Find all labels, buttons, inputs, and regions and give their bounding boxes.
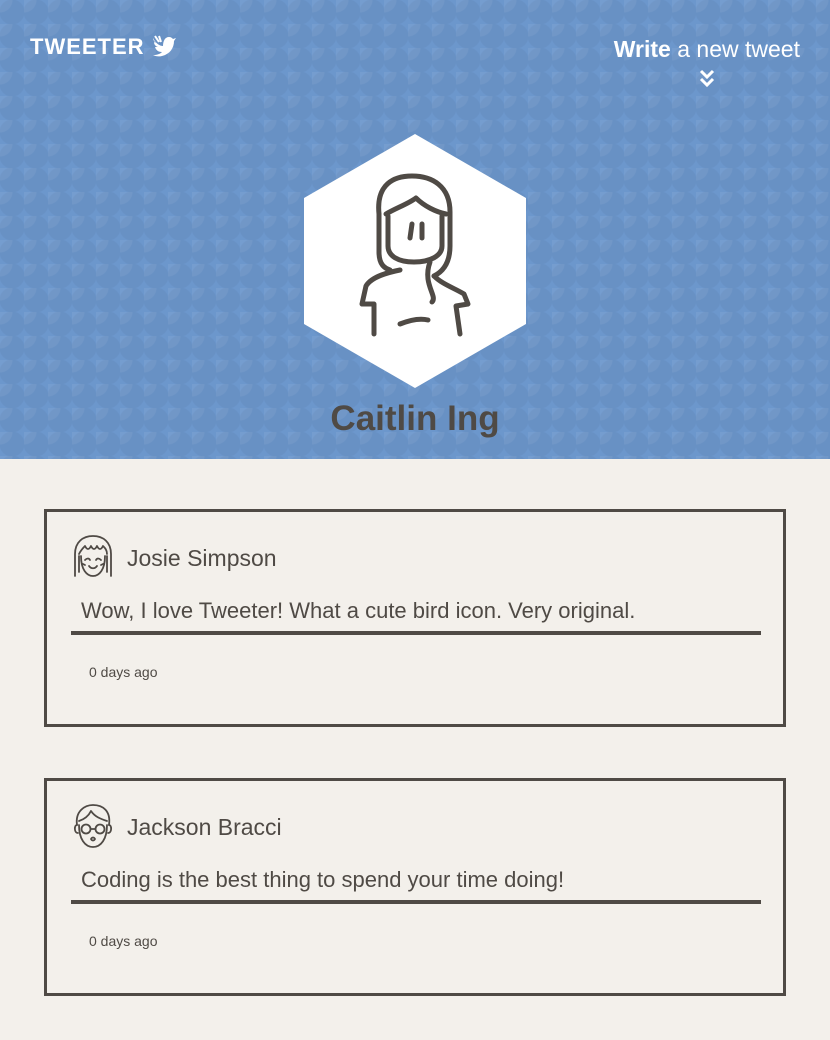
app-logo[interactable]: TWEETER — [30, 34, 177, 60]
tweet-header: Jackson Bracci — [71, 803, 282, 851]
logo-text: TWEETER — [30, 34, 145, 59]
profile-avatar — [304, 134, 526, 388]
compose-label-bold: Write — [613, 36, 671, 62]
tweet-text: Coding is the best thing to spend your t… — [71, 867, 761, 904]
compose-label-rest: a new tweet — [670, 36, 800, 62]
bird-icon — [152, 35, 176, 57]
compose-label: Write a new tweet — [614, 36, 800, 63]
tweet-timestamp: 0 days ago — [89, 664, 158, 680]
tweet-author[interactable]: Josie Simpson — [127, 545, 277, 572]
profile-header: TWEETER Write a new tweet Caitlin Ing — [0, 0, 830, 459]
tweet-card: Jackson Bracci Coding is the best thing … — [44, 778, 786, 996]
compose-toggle[interactable]: Write a new tweet — [614, 36, 800, 89]
avatar-girl-icon — [74, 535, 112, 577]
tweet-timestamp: 0 days ago — [89, 933, 158, 949]
tweet-author[interactable]: Jackson Bracci — [127, 814, 282, 841]
double-chevron-down-icon — [699, 69, 714, 88]
avatar-boy-glasses-icon — [73, 804, 113, 848]
tweet-text: Wow, I love Tweeter! What a cute bird ic… — [71, 598, 761, 635]
tweet-header: Josie Simpson — [71, 534, 277, 582]
tweet-card: Josie Simpson Wow, I love Tweeter! What … — [44, 509, 786, 727]
profile-name: Caitlin Ing — [330, 399, 500, 438]
